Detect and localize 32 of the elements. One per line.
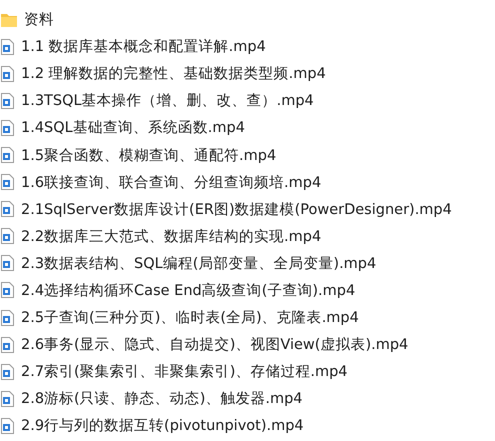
video-file-icon (1, 92, 14, 109)
file-name[interactable]: 2.4选择结构循环Case End高级查询(子查询).mp4 (21, 280, 356, 300)
video-file-icon (1, 38, 14, 55)
video-file-icon (1, 147, 14, 164)
file-name[interactable]: 1.4SQL基础查询、系统函数.mp4 (21, 118, 245, 138)
file-name[interactable]: 1.5聚合函数、模糊查询、通配符.mp4 (21, 146, 276, 165)
video-file-icon (1, 255, 14, 272)
video-file-icon (1, 418, 14, 434)
file-name[interactable]: 1.6联接查询、联合查询、分组查询频培.mp4 (21, 172, 322, 192)
video-file-icon (1, 364, 14, 380)
video-file-icon (1, 228, 14, 244)
video-file-icon (1, 201, 14, 218)
file-name[interactable]: 2.1SqlServer数据库设计(ER图)数据建模(PowerDesigner).mp4 (21, 200, 452, 219)
file-name[interactable]: 2.5子查询(三种分页)、临时表(全局)、克隆表.mp4 (21, 308, 359, 328)
file-name[interactable]: 2.2数据库三大范式、数据库结构的实现.mp4 (21, 226, 322, 246)
video-file-icon (1, 282, 14, 298)
video-file-icon (1, 390, 14, 407)
video-file-icon (1, 174, 14, 190)
file-name[interactable]: 2.8游标(只读、静态、动态)、触发器.mp4 (21, 389, 303, 408)
file-name[interactable]: 2.7索引(聚集索引、非聚集索引)、存储过程.mp4 (21, 362, 348, 382)
file-name[interactable]: 1.3TSQL基本操作（增、删、改、查）.mp4 (21, 91, 314, 110)
file-name[interactable]: 2.6事务(显示、隐式、自动提交)、视图View(虚拟表).mp4 (21, 335, 408, 354)
video-file-icon (1, 336, 14, 353)
file-name[interactable]: 2.9行与列的数据互转(pivotunpivot).mp4 (21, 416, 304, 436)
file-name[interactable]: 1.2 理解数据的完整性、基础数据类型频.mp4 (21, 64, 326, 84)
video-file-icon (1, 310, 14, 326)
file-name[interactable]: 资料 (24, 10, 54, 30)
video-file-icon (1, 66, 14, 82)
file-name[interactable]: 2.3数据表结构、SQL编程(局部变量、全局变量).mp4 (21, 254, 376, 273)
file-name[interactable]: 1.1 数据库基本概念和配置详解.mp4 (21, 37, 266, 56)
folder-icon (1, 12, 17, 27)
video-file-icon (1, 120, 14, 136)
